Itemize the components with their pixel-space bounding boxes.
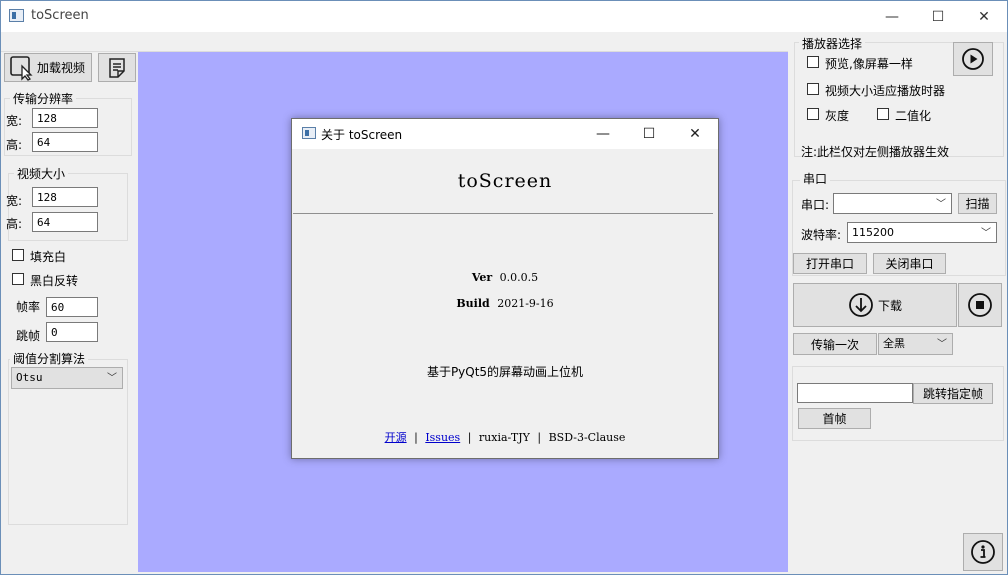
- resolution-width-input[interactable]: 128: [32, 108, 98, 128]
- baud-rate-select[interactable]: 115200 ﹀: [847, 222, 997, 243]
- chevron-down-icon: ﹀: [937, 339, 947, 350]
- main-window: toScreen — ☐ ✕ 加载视频 传输分辨率 宽: 128 高: 64 视…: [0, 0, 1008, 575]
- preview-checkbox[interactable]: [807, 56, 819, 68]
- stop-button[interactable]: [958, 283, 1002, 327]
- app-icon: [9, 9, 24, 22]
- load-video-label: 加载视频: [37, 61, 86, 75]
- info-button[interactable]: [963, 533, 1003, 571]
- baud-rate-label: 波特率:: [801, 228, 842, 242]
- build-label: Build: [456, 297, 490, 310]
- first-frame-button[interactable]: 首帧: [798, 408, 871, 429]
- fit-timer-checkbox[interactable]: [807, 83, 819, 95]
- video-height-label: 高:: [6, 217, 23, 231]
- version-value: 0.0.0.5: [499, 271, 539, 284]
- binarize-checkbox[interactable]: [877, 108, 889, 120]
- video-width-input[interactable]: 128: [32, 187, 98, 207]
- window-title: toScreen: [31, 8, 89, 23]
- minimize-button[interactable]: —: [869, 1, 915, 32]
- serial-group-title: 串口: [800, 170, 831, 187]
- jump-frame-button[interactable]: 跳转指定帧: [913, 383, 993, 404]
- chevron-down-icon: ﹀: [981, 228, 991, 239]
- license-text: BSD-3-Clause: [548, 431, 626, 444]
- skip-label: 跳帧: [16, 329, 41, 343]
- player-note: 注:此栏仅对左侧播放器生效: [801, 145, 950, 159]
- download-label: 下载: [877, 298, 902, 313]
- footer-separator: |: [414, 431, 418, 444]
- notes-button[interactable]: [98, 53, 136, 82]
- info-icon: [971, 540, 995, 564]
- dialog-description: 基于PyQt5的屏幕动画上位机: [426, 365, 584, 379]
- dialog-footer: 开源 | Issues | ruxia-TJY | BSD-3-Clause: [292, 429, 718, 445]
- threshold-group-title: 阈值分割算法: [10, 350, 89, 367]
- dialog-minimize-button[interactable]: —: [580, 119, 626, 149]
- document-icon: [109, 57, 125, 78]
- threshold-select[interactable]: Otsu ﹀: [11, 367, 123, 389]
- dialog-title-bar: 关于 toScreen — ☐ ✕: [292, 119, 718, 149]
- title-bar: toScreen — ☐ ✕: [1, 1, 1007, 32]
- build-line: Build 2021-9-16: [292, 297, 718, 310]
- video-width-label: 宽:: [6, 194, 23, 208]
- footer-separator: |: [537, 431, 542, 444]
- fps-label: 帧率: [16, 300, 41, 314]
- video-height-input[interactable]: 64: [32, 212, 98, 232]
- fill-white-checkbox[interactable]: [12, 249, 24, 261]
- open-source-link[interactable]: 开源: [385, 431, 407, 444]
- load-video-button[interactable]: 加载视频: [4, 53, 92, 82]
- close-button[interactable]: ✕: [961, 1, 1007, 32]
- fill-mode-select[interactable]: 全黑 ﹀: [878, 333, 953, 355]
- dialog-title: 关于 toScreen: [321, 128, 403, 142]
- build-value: 2021-9-16: [497, 297, 554, 310]
- dialog-close-button[interactable]: ✕: [672, 119, 718, 149]
- about-dialog: 关于 toScreen — ☐ ✕ toScreen Ver 0.0.0.5 B…: [291, 118, 719, 459]
- serial-port-select[interactable]: ﹀: [833, 193, 952, 214]
- resolution-height-label: 高:: [6, 138, 23, 152]
- play-icon: [962, 48, 984, 70]
- scan-button[interactable]: 扫描: [958, 193, 997, 214]
- resolution-width-label: 宽:: [6, 114, 23, 128]
- threshold-value: Otsu: [16, 371, 43, 384]
- play-button[interactable]: [953, 42, 993, 76]
- footer-separator: |: [467, 431, 472, 444]
- author-text: ruxia-TJY: [478, 431, 530, 444]
- download-button[interactable]: 下载: [793, 283, 957, 327]
- dialog-separator: [293, 213, 713, 214]
- dialog-maximize-button[interactable]: ☐: [626, 119, 672, 149]
- fps-input[interactable]: 60: [46, 297, 98, 317]
- video-size-group-title: 视频大小: [14, 165, 69, 182]
- fill-mode-value: 全黑: [883, 337, 905, 350]
- version-line: Ver 0.0.0.5: [292, 271, 718, 284]
- stop-icon: [968, 293, 992, 317]
- skip-input[interactable]: 0: [46, 322, 98, 342]
- transfer-once-button[interactable]: 传输一次: [793, 333, 877, 355]
- issues-link[interactable]: Issues: [425, 431, 460, 444]
- jump-frame-input[interactable]: [797, 383, 913, 403]
- download-icon: [849, 293, 873, 317]
- open-serial-button[interactable]: 打开串口: [793, 253, 867, 274]
- serial-port-label: 串口:: [801, 198, 830, 212]
- player-group-title: 播放器选择: [799, 35, 866, 52]
- chevron-down-icon: ﹀: [936, 199, 946, 210]
- chevron-down-icon: ﹀: [107, 373, 117, 384]
- baud-rate-value: 115200: [852, 226, 894, 239]
- menu-bar: [1, 32, 788, 52]
- close-serial-button[interactable]: 关闭串口: [873, 253, 946, 274]
- version-label: Ver: [471, 271, 493, 284]
- maximize-button[interactable]: ☐: [915, 1, 961, 32]
- gray-label: 灰度: [825, 109, 850, 123]
- binarize-label: 二值化: [895, 109, 932, 123]
- dialog-app-icon: [302, 127, 316, 139]
- gray-checkbox[interactable]: [807, 108, 819, 120]
- fill-white-label: 填充白: [30, 250, 67, 264]
- invert-label: 黑白反转: [30, 274, 79, 288]
- resolution-group-title: 传输分辨率: [10, 90, 77, 107]
- fit-timer-label: 视频大小适应播放时器: [825, 84, 946, 98]
- resolution-height-input[interactable]: 64: [32, 132, 98, 152]
- cursor-select-icon: [10, 55, 33, 81]
- invert-checkbox[interactable]: [12, 273, 24, 285]
- preview-label: 预览,像屏幕一样: [825, 57, 913, 71]
- dialog-app-name: toScreen: [457, 170, 553, 192]
